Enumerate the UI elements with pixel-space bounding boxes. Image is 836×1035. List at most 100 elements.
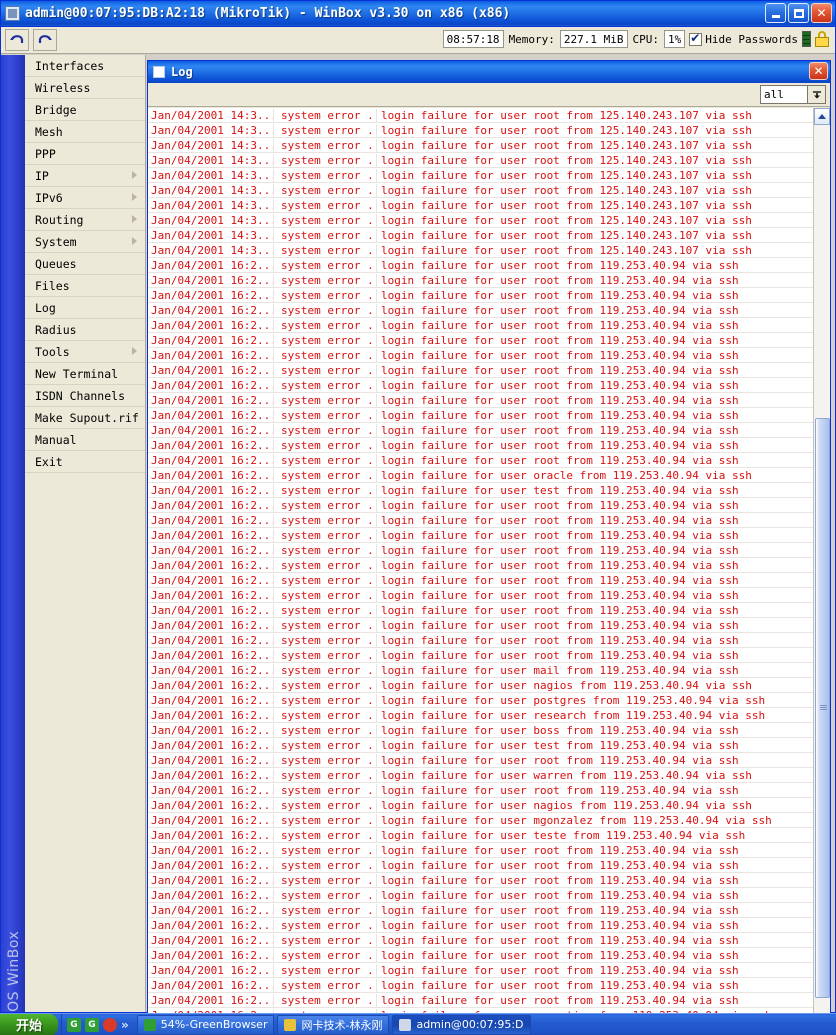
- log-row[interactable]: Jan/04/2001 16:2...system error ... login…: [148, 483, 813, 498]
- log-row[interactable]: Jan/04/2001 16:2...system error ... login…: [148, 633, 813, 648]
- taskbar-task-button[interactable]: admin@00:07:95:D: [392, 1014, 531, 1035]
- log-row[interactable]: Jan/04/2001 16:2...system error ... login…: [148, 588, 813, 603]
- log-row[interactable]: Jan/04/2001 16:2...system error ... login…: [148, 903, 813, 918]
- log-row[interactable]: Jan/04/2001 16:2...system error ... login…: [148, 348, 813, 363]
- log-row[interactable]: Jan/04/2001 16:2...system error ... login…: [148, 573, 813, 588]
- hide-passwords-checkbox[interactable]: [689, 31, 703, 46]
- taskbar-task-button[interactable]: 网卡技术-林永刚: [277, 1014, 390, 1035]
- log-row[interactable]: Jan/04/2001 14:3... system error ... login…: [148, 213, 813, 228]
- log-row[interactable]: Jan/04/2001 14:3... system error ... login…: [148, 108, 813, 123]
- log-row[interactable]: Jan/04/2001 16:2...system error ... login…: [148, 558, 813, 573]
- menu-item-make-supout-rif[interactable]: Make Supout.rif: [25, 407, 145, 429]
- log-row[interactable]: Jan/04/2001 16:2...system error ... login…: [148, 618, 813, 633]
- undo-icon[interactable]: [5, 29, 29, 51]
- log-row[interactable]: Jan/04/2001 16:2...system error ... login…: [148, 783, 813, 798]
- log-row[interactable]: Jan/04/2001 16:2...system error ... login…: [148, 858, 813, 873]
- menu-item-ipv6[interactable]: IPv6: [25, 187, 145, 209]
- qq-icon[interactable]: [103, 1017, 117, 1032]
- log-row[interactable]: Jan/04/2001 16:2...system error ... login…: [148, 378, 813, 393]
- log-row[interactable]: Jan/04/2001 16:2...system error ... login…: [148, 258, 813, 273]
- log-row[interactable]: Jan/04/2001 16:2...system error ... login…: [148, 408, 813, 423]
- log-row[interactable]: Jan/04/2001 16:2...system error ... login…: [148, 768, 813, 783]
- log-row[interactable]: Jan/04/2001 16:2...system error ... login…: [148, 978, 813, 993]
- log-row[interactable]: Jan/04/2001 16:2...system error ... login…: [148, 273, 813, 288]
- log-row[interactable]: Jan/04/2001 16:2...system error ... login…: [148, 798, 813, 813]
- menu-item-isdn-channels[interactable]: ISDN Channels: [25, 385, 145, 407]
- log-row[interactable]: Jan/04/2001 16:2...system error ... login…: [148, 663, 813, 678]
- chevron-down-icon[interactable]: [808, 85, 826, 104]
- menu-item-radius[interactable]: Radius: [25, 319, 145, 341]
- menu-item-queues[interactable]: Queues: [25, 253, 145, 275]
- menu-item-exit[interactable]: Exit: [25, 451, 145, 473]
- menu-item-bridge[interactable]: Bridge: [25, 99, 145, 121]
- log-row[interactable]: Jan/04/2001 14:3... system error ... login…: [148, 228, 813, 243]
- log-row[interactable]: Jan/04/2001 16:2...system error ... login…: [148, 513, 813, 528]
- log-row[interactable]: Jan/04/2001 16:2...system error ... login…: [148, 363, 813, 378]
- log-row[interactable]: Jan/04/2001 16:2...system error ... login…: [148, 873, 813, 888]
- log-row[interactable]: Jan/04/2001 14:3... system error ... login…: [148, 183, 813, 198]
- start-button[interactable]: 开始: [0, 1014, 58, 1035]
- menu-item-files[interactable]: Files: [25, 275, 145, 297]
- log-row[interactable]: Jan/04/2001 16:2...system error ... login…: [148, 723, 813, 738]
- maximize-button[interactable]: [788, 3, 809, 23]
- redo-icon[interactable]: [33, 29, 57, 51]
- log-row[interactable]: Jan/04/2001 16:2...system error ... login…: [148, 603, 813, 618]
- log-row[interactable]: Jan/04/2001 16:2...system error ... login…: [148, 288, 813, 303]
- menu-item-ip[interactable]: IP: [25, 165, 145, 187]
- log-row[interactable]: Jan/04/2001 16:2...system error ... login…: [148, 993, 813, 1008]
- log-row[interactable]: Jan/04/2001 16:2...system error ... login…: [148, 453, 813, 468]
- log-row[interactable]: Jan/04/2001 16:2...system error ... login…: [148, 918, 813, 933]
- log-row[interactable]: Jan/04/2001 16:2...system error ... login…: [148, 543, 813, 558]
- log-row[interactable]: Jan/04/2001 16:2...system error ... login…: [148, 828, 813, 843]
- log-close-button[interactable]: ✕: [809, 62, 828, 80]
- log-row[interactable]: Jan/04/2001 16:2...system error ... login…: [148, 753, 813, 768]
- hide-passwords-toggle[interactable]: Hide Passwords: [689, 31, 798, 46]
- scroll-thumb[interactable]: [815, 418, 830, 998]
- log-row[interactable]: Jan/04/2001 16:2...system error ... login…: [148, 738, 813, 753]
- menu-item-interfaces[interactable]: Interfaces: [25, 55, 145, 77]
- taskbar-task-button[interactable]: 54%-GreenBrowser: [136, 1014, 275, 1035]
- menu-item-ppp[interactable]: PPP: [25, 143, 145, 165]
- log-row[interactable]: Jan/04/2001 16:2...system error ... login…: [148, 303, 813, 318]
- log-row[interactable]: Jan/04/2001 16:2...system error ... login…: [148, 648, 813, 663]
- log-row[interactable]: Jan/04/2001 14:3... system error ... login…: [148, 243, 813, 258]
- log-row[interactable]: Jan/04/2001 16:2...system error ... login…: [148, 318, 813, 333]
- menu-item-routing[interactable]: Routing: [25, 209, 145, 231]
- log-row[interactable]: Jan/04/2001 14:3... system error ... login…: [148, 198, 813, 213]
- log-vertical-scrollbar[interactable]: [813, 108, 830, 1034]
- menu-item-new-terminal[interactable]: New Terminal: [25, 363, 145, 385]
- menu-item-manual[interactable]: Manual: [25, 429, 145, 451]
- log-row[interactable]: Jan/04/2001 16:2...system error ... login…: [148, 333, 813, 348]
- log-row[interactable]: Jan/04/2001 16:2...system error ... login…: [148, 498, 813, 513]
- log-row[interactable]: Jan/04/2001 16:2...system error ... login…: [148, 708, 813, 723]
- log-row[interactable]: Jan/04/2001 16:2...system error ... login…: [148, 813, 813, 828]
- log-row[interactable]: Jan/04/2001 16:2...system error ... login…: [148, 393, 813, 408]
- quick-launch-more-icon[interactable]: »: [121, 1018, 129, 1032]
- log-row[interactable]: Jan/04/2001 14:3... system error ... login…: [148, 138, 813, 153]
- log-row[interactable]: Jan/04/2001 14:3... system error ... login…: [148, 153, 813, 168]
- greenbrowser-icon[interactable]: G: [67, 1017, 81, 1032]
- menu-item-log[interactable]: Log: [25, 297, 145, 319]
- log-row[interactable]: Jan/04/2001 16:2...system error ... login…: [148, 528, 813, 543]
- log-row[interactable]: Jan/04/2001 16:2...system error ... login…: [148, 678, 813, 693]
- menu-item-system[interactable]: System: [25, 231, 145, 253]
- log-row[interactable]: Jan/04/2001 14:3... system error ... login…: [148, 168, 813, 183]
- log-row[interactable]: Jan/04/2001 16:2...system error ... login…: [148, 423, 813, 438]
- menu-item-wireless[interactable]: Wireless: [25, 77, 145, 99]
- log-row[interactable]: Jan/04/2001 14:3... system error ... login…: [148, 123, 813, 138]
- log-row[interactable]: Jan/04/2001 16:2...system error ... login…: [148, 948, 813, 963]
- log-row[interactable]: Jan/04/2001 16:2...system error ... login…: [148, 438, 813, 453]
- log-row[interactable]: Jan/04/2001 16:2...system error ... login…: [148, 843, 813, 858]
- close-button[interactable]: ✕: [811, 3, 832, 23]
- log-row[interactable]: Jan/04/2001 16:2...system error ... login…: [148, 963, 813, 978]
- log-row[interactable]: Jan/04/2001 16:2...system error ... login…: [148, 933, 813, 948]
- minimize-button[interactable]: [765, 3, 786, 23]
- log-row[interactable]: Jan/04/2001 16:2...system error ... login…: [148, 888, 813, 903]
- log-row[interactable]: Jan/04/2001 16:2...system error ... login…: [148, 468, 813, 483]
- menu-item-tools[interactable]: Tools: [25, 341, 145, 363]
- log-filter-value[interactable]: all: [760, 85, 808, 104]
- greenbrowser-alt-icon[interactable]: G: [85, 1017, 99, 1032]
- log-filter-combo[interactable]: all: [760, 85, 826, 104]
- scroll-up-icon[interactable]: [814, 108, 830, 125]
- menu-item-mesh[interactable]: Mesh: [25, 121, 145, 143]
